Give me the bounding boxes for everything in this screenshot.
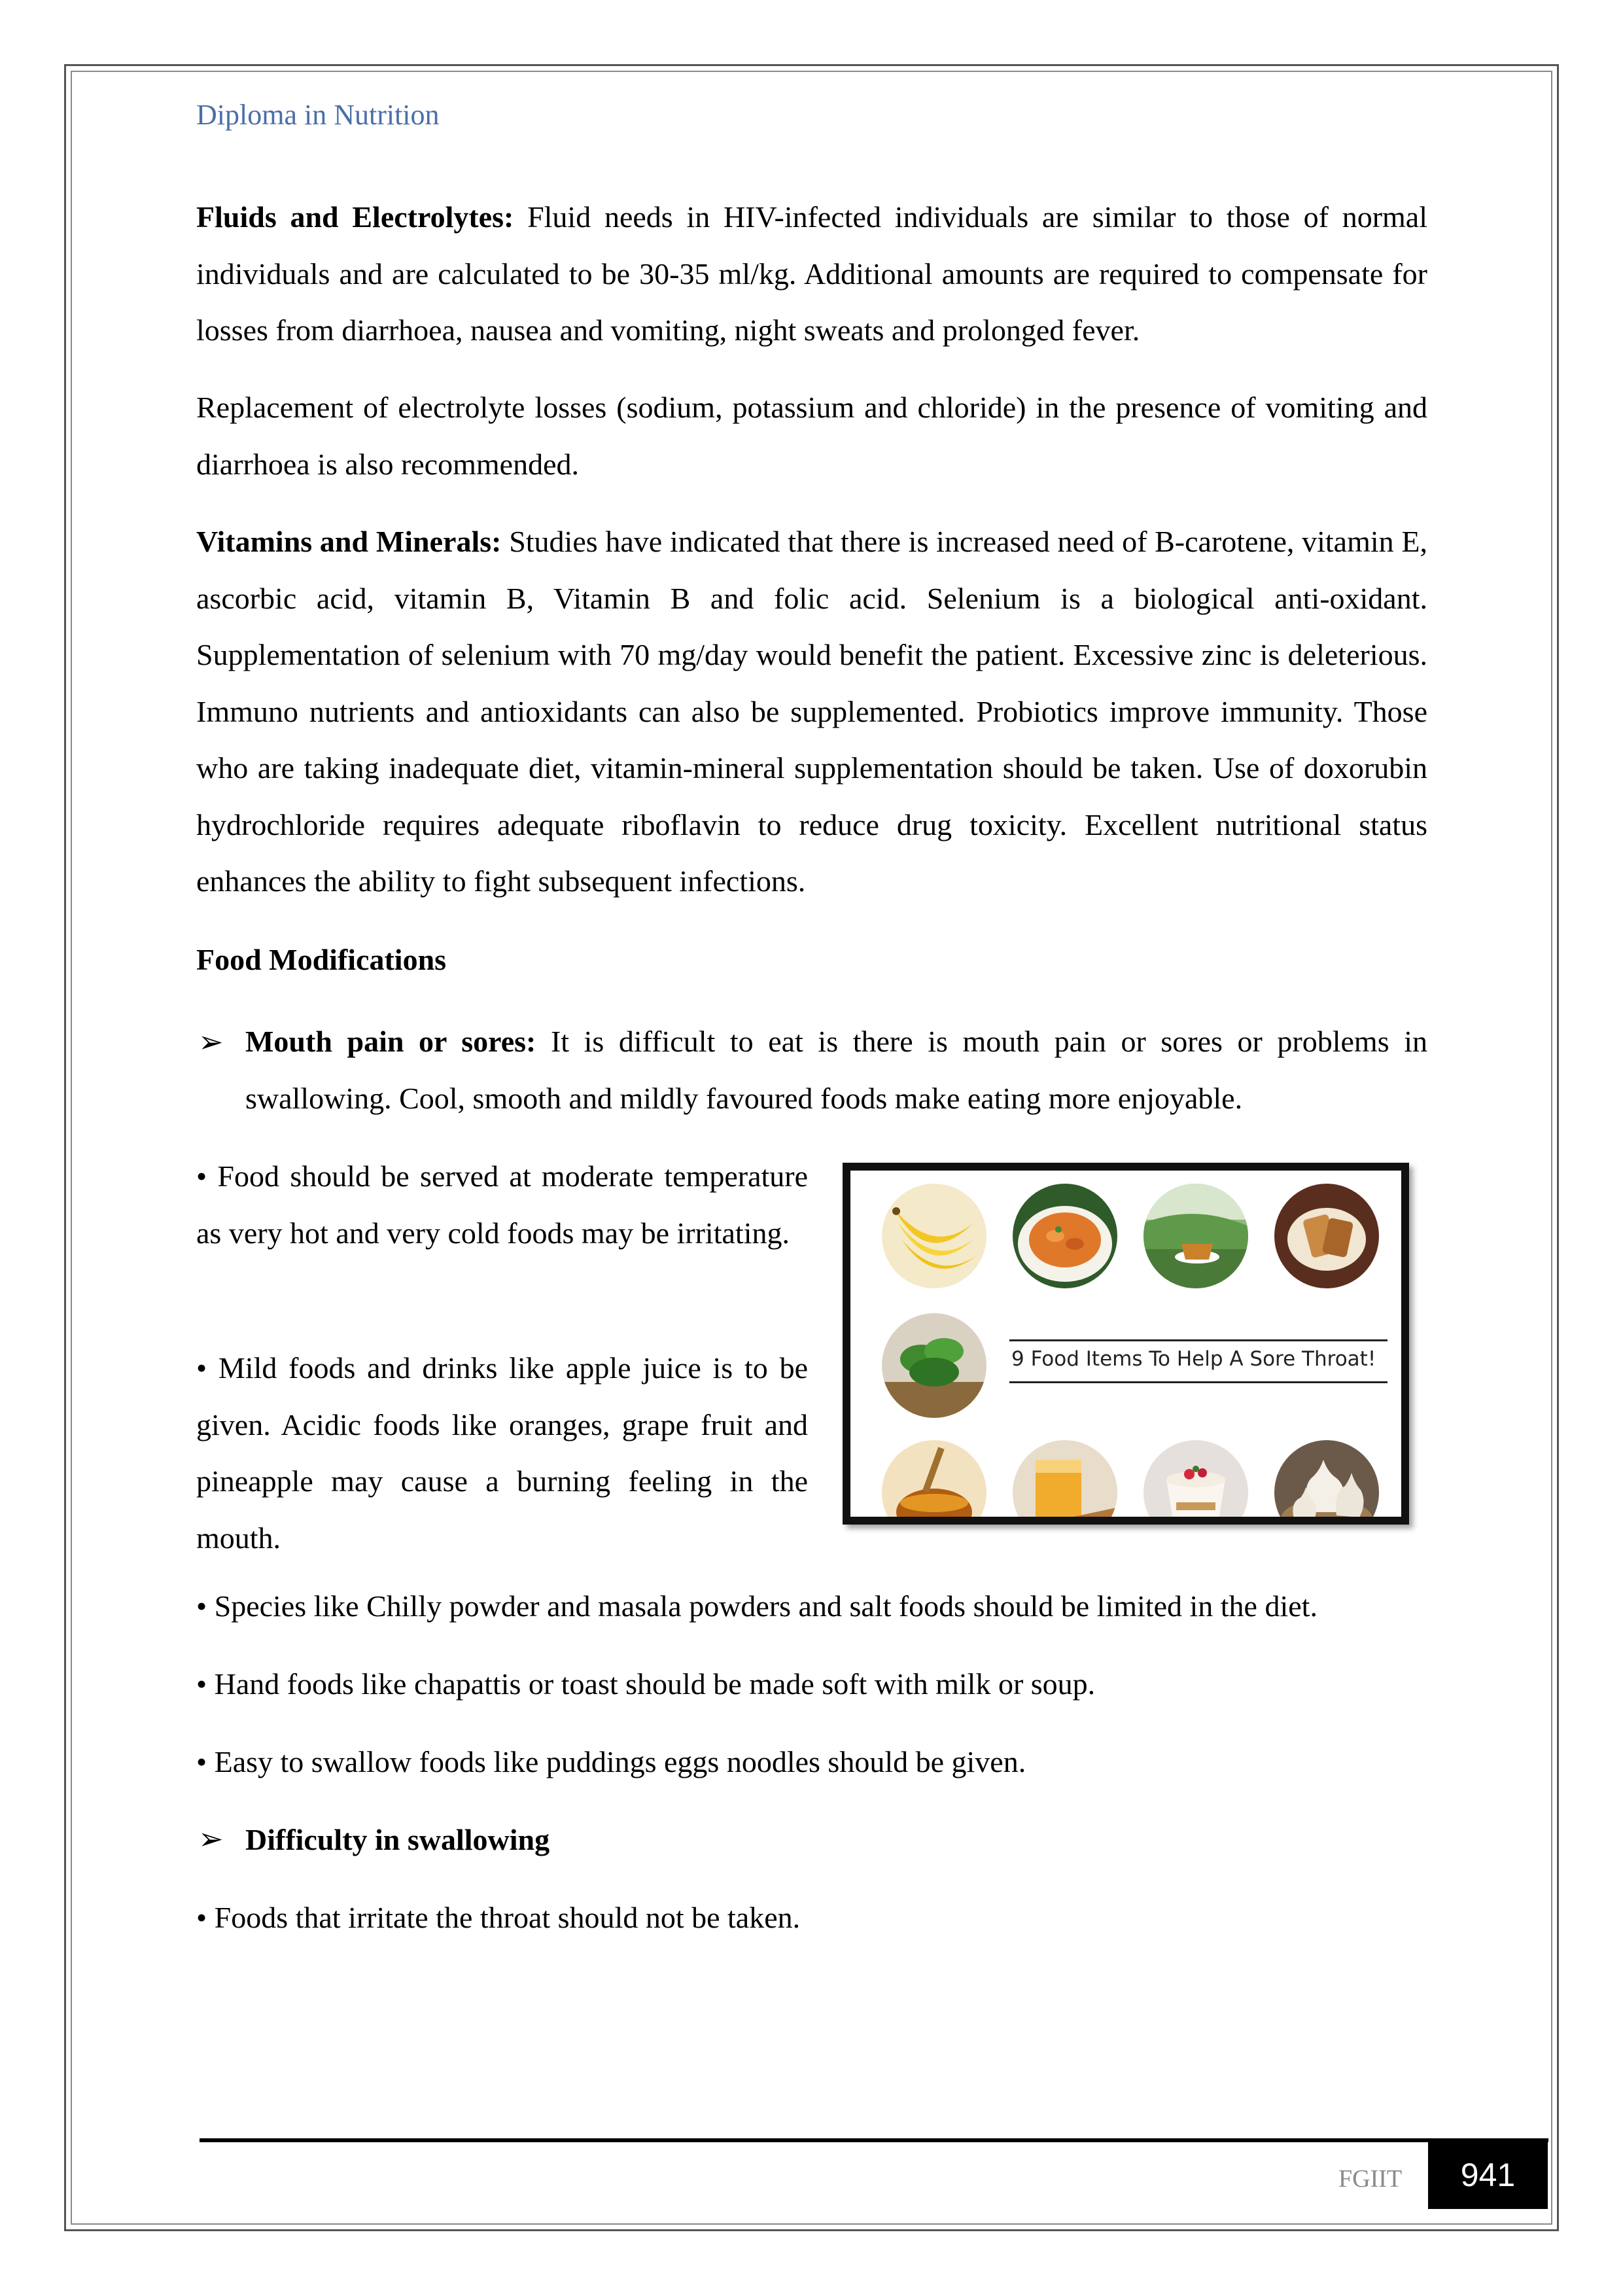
vitamins-paragraph: Vitamins and Minerals: Studies have indi… [196,514,1427,910]
greens-image [882,1313,986,1418]
juice-image [1013,1440,1117,1517]
caption-bottom-rule [1009,1381,1387,1383]
garlic-image [1274,1440,1379,1517]
tea-image [1143,1184,1248,1288]
vitamins-text: Studies have indicated that there is inc… [196,525,1427,898]
figure-caption: 9 Food Items To Help A Sore Throat! [1011,1347,1376,1371]
footer-rule [200,2138,1548,2142]
fluids-label: Fluids and Electrolytes: [196,200,514,234]
page-number: 941 [1428,2141,1548,2209]
fluids-paragraph: Fluids and Electrolytes: Fluid needs in … [196,189,1427,359]
bullet-easy-swallow: • Easy to swallow foods like puddings eg… [196,1745,1026,1778]
yogurt-image [1143,1440,1248,1517]
bullet-hard-foods: • Hand foods like chapattis or toast sho… [196,1667,1096,1701]
bullet-mild-foods: • Mild foods and drinks like apple juice… [196,1351,808,1555]
bullet-spices: • Species like Chilly powder and masala … [196,1589,1318,1623]
difficulty-swallowing-heading: Difficulty in swallowing [245,1823,550,1856]
electrolytes-paragraph: Replacement of electrolyte losses (sodiu… [196,391,1427,481]
honey-image [882,1440,986,1517]
footer-label: FGIIT [1338,2165,1403,2193]
running-header: Diploma in Nutrition [196,99,440,131]
sore-throat-food-figure: 9 Food Items To Help A Sore Throat! [843,1163,1409,1525]
carrot-dish-image [1013,1184,1117,1288]
arrow-bullet-icon: ➢ [198,1822,224,1856]
bullet-moderate-temperature: • Food should be served at moderate temp… [196,1159,808,1250]
vitamins-label: Vitamins and Minerals: [196,525,502,558]
mouth-pain-label: Mouth pain or sores: [245,1025,536,1058]
banana-image [882,1184,986,1288]
food-modifications-heading: Food Modifications [196,943,447,976]
bullet-irritate-throat: • Foods that irritate the throat should … [196,1901,801,1934]
mouth-pain-item: Mouth pain or sores: It is difficult to … [245,1014,1427,1127]
caption-top-rule [1009,1339,1387,1341]
arrow-bullet-icon: ➢ [198,1025,224,1059]
bread-image [1274,1184,1379,1288]
